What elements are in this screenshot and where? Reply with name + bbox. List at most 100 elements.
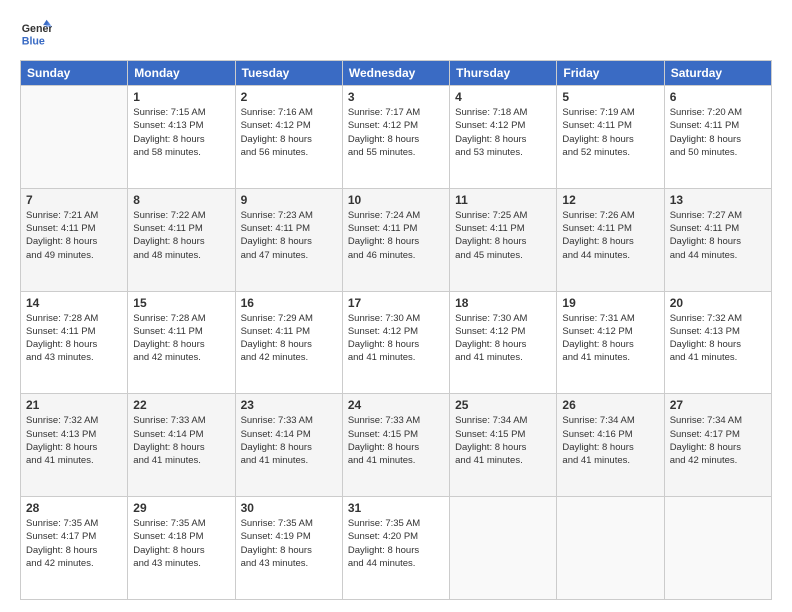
calendar-cell: 2 Sunrise: 7:16 AMSunset: 4:12 PMDaylight… [235, 86, 342, 189]
calendar-cell: 20Sunrise: 7:32 AMSunset: 4:13 PMDayligh… [664, 291, 771, 394]
calendar-cell: 27Sunrise: 7:34 AMSunset: 4:17 PMDayligh… [664, 394, 771, 497]
calendar-cell: 5 Sunrise: 7:19 AMSunset: 4:11 PMDaylight… [557, 86, 664, 189]
calendar-week-1: 1 Sunrise: 7:15 AMSunset: 4:13 PMDaylight… [21, 86, 772, 189]
day-number: 9 [241, 193, 337, 207]
calendar-cell: 16 Sunrise: 7:29 AMSunset: 4:11 PMDayligh… [235, 291, 342, 394]
calendar-cell: 24 Sunrise: 7:33 AMSunset: 4:15 PMDayligh… [342, 394, 449, 497]
calendar-cell: 29 Sunrise: 7:35 AMSunset: 4:18 PMDayligh… [128, 497, 235, 600]
calendar-table: SundayMondayTuesdayWednesdayThursdayFrid… [20, 60, 772, 600]
day-number: 5 [562, 90, 658, 104]
calendar-cell: 10 Sunrise: 7:24 AMSunset: 4:11 PMDayligh… [342, 188, 449, 291]
calendar-cell: 31Sunrise: 7:35 AMSunset: 4:20 PMDayligh… [342, 497, 449, 600]
day-number: 28 [26, 501, 122, 515]
day-info: Sunrise: 7:23 AMSunset: 4:11 PMDaylight:… [241, 209, 337, 262]
calendar-cell [557, 497, 664, 600]
day-info: Sunrise: 7:28 AMSunset: 4:11 PMDaylight:… [26, 312, 122, 365]
svg-text:Blue: Blue [22, 36, 45, 48]
weekday-header-monday: Monday [128, 61, 235, 86]
calendar-cell: 19 Sunrise: 7:31 AMSunset: 4:12 PMDayligh… [557, 291, 664, 394]
day-number: 16 [241, 296, 337, 310]
calendar-week-3: 14 Sunrise: 7:28 AMSunset: 4:11 PMDayligh… [21, 291, 772, 394]
day-info: Sunrise: 7:33 AMSunset: 4:14 PMDaylight:… [133, 414, 229, 467]
day-number: 13 [670, 193, 766, 207]
calendar-cell: 18 Sunrise: 7:30 AMSunset: 4:12 PMDayligh… [450, 291, 557, 394]
day-info: Sunrise: 7:35 AMSunset: 4:19 PMDaylight:… [241, 517, 337, 570]
calendar-cell: 14 Sunrise: 7:28 AMSunset: 4:11 PMDayligh… [21, 291, 128, 394]
calendar-cell: 23Sunrise: 7:33 AMSunset: 4:14 PMDayligh… [235, 394, 342, 497]
day-info: Sunrise: 7:15 AMSunset: 4:13 PMDaylight:… [133, 106, 229, 159]
day-info: Sunrise: 7:20 AMSunset: 4:11 PMDaylight:… [670, 106, 766, 159]
weekday-header-saturday: Saturday [664, 61, 771, 86]
day-info: Sunrise: 7:29 AMSunset: 4:11 PMDaylight:… [241, 312, 337, 365]
day-info: Sunrise: 7:30 AMSunset: 4:12 PMDaylight:… [455, 312, 551, 365]
day-info: Sunrise: 7:34 AMSunset: 4:16 PMDaylight:… [562, 414, 658, 467]
day-info: Sunrise: 7:34 AMSunset: 4:15 PMDaylight:… [455, 414, 551, 467]
day-number: 18 [455, 296, 551, 310]
calendar-week-2: 7 Sunrise: 7:21 AMSunset: 4:11 PMDaylight… [21, 188, 772, 291]
weekday-header-row: SundayMondayTuesdayWednesdayThursdayFrid… [21, 61, 772, 86]
day-info: Sunrise: 7:32 AMSunset: 4:13 PMDaylight:… [26, 414, 122, 467]
calendar-cell: 1 Sunrise: 7:15 AMSunset: 4:13 PMDaylight… [128, 86, 235, 189]
day-number: 12 [562, 193, 658, 207]
calendar-week-5: 28 Sunrise: 7:35 AMSunset: 4:17 PMDayligh… [21, 497, 772, 600]
day-info: Sunrise: 7:35 AMSunset: 4:17 PMDaylight:… [26, 517, 122, 570]
day-info: Sunrise: 7:21 AMSunset: 4:11 PMDaylight:… [26, 209, 122, 262]
day-number: 2 [241, 90, 337, 104]
day-number: 14 [26, 296, 122, 310]
day-number: 8 [133, 193, 229, 207]
calendar-cell: 26Sunrise: 7:34 AMSunset: 4:16 PMDayligh… [557, 394, 664, 497]
day-number: 20 [670, 296, 766, 310]
day-info: Sunrise: 7:30 AMSunset: 4:12 PMDaylight:… [348, 312, 444, 365]
day-info: Sunrise: 7:35 AMSunset: 4:18 PMDaylight:… [133, 517, 229, 570]
day-info: Sunrise: 7:28 AMSunset: 4:11 PMDaylight:… [133, 312, 229, 365]
calendar-cell: 12 Sunrise: 7:26 AMSunset: 4:11 PMDayligh… [557, 188, 664, 291]
day-number: 6 [670, 90, 766, 104]
day-info: Sunrise: 7:26 AMSunset: 4:11 PMDaylight:… [562, 209, 658, 262]
calendar-cell: 3 Sunrise: 7:17 AMSunset: 4:12 PMDaylight… [342, 86, 449, 189]
day-info: Sunrise: 7:19 AMSunset: 4:11 PMDaylight:… [562, 106, 658, 159]
calendar-cell: 4 Sunrise: 7:18 AMSunset: 4:12 PMDaylight… [450, 86, 557, 189]
day-number: 19 [562, 296, 658, 310]
weekday-header-tuesday: Tuesday [235, 61, 342, 86]
calendar-week-4: 21 Sunrise: 7:32 AMSunset: 4:13 PMDayligh… [21, 394, 772, 497]
calendar-cell: 6 Sunrise: 7:20 AMSunset: 4:11 PMDaylight… [664, 86, 771, 189]
day-number: 27 [670, 398, 766, 412]
day-number: 30 [241, 501, 337, 515]
logo: General Blue [20, 18, 52, 50]
calendar-cell: 17Sunrise: 7:30 AMSunset: 4:12 PMDayligh… [342, 291, 449, 394]
day-info: Sunrise: 7:18 AMSunset: 4:12 PMDaylight:… [455, 106, 551, 159]
weekday-header-wednesday: Wednesday [342, 61, 449, 86]
day-number: 24 [348, 398, 444, 412]
weekday-header-thursday: Thursday [450, 61, 557, 86]
calendar-cell [21, 86, 128, 189]
day-info: Sunrise: 7:33 AMSunset: 4:15 PMDaylight:… [348, 414, 444, 467]
calendar-cell: 13 Sunrise: 7:27 AMSunset: 4:11 PMDayligh… [664, 188, 771, 291]
day-number: 3 [348, 90, 444, 104]
day-info: Sunrise: 7:22 AMSunset: 4:11 PMDaylight:… [133, 209, 229, 262]
day-info: Sunrise: 7:33 AMSunset: 4:14 PMDaylight:… [241, 414, 337, 467]
calendar-cell: 15Sunrise: 7:28 AMSunset: 4:11 PMDayligh… [128, 291, 235, 394]
page: General Blue SundayMondayTuesdayWednesda… [0, 0, 792, 612]
day-info: Sunrise: 7:31 AMSunset: 4:12 PMDaylight:… [562, 312, 658, 365]
calendar-cell: 22 Sunrise: 7:33 AMSunset: 4:14 PMDayligh… [128, 394, 235, 497]
calendar-cell: 8 Sunrise: 7:22 AMSunset: 4:11 PMDaylight… [128, 188, 235, 291]
day-info: Sunrise: 7:16 AMSunset: 4:12 PMDaylight:… [241, 106, 337, 159]
calendar-cell: 30 Sunrise: 7:35 AMSunset: 4:19 PMDayligh… [235, 497, 342, 600]
calendar-cell: 9 Sunrise: 7:23 AMSunset: 4:11 PMDaylight… [235, 188, 342, 291]
day-number: 10 [348, 193, 444, 207]
day-number: 21 [26, 398, 122, 412]
day-info: Sunrise: 7:27 AMSunset: 4:11 PMDaylight:… [670, 209, 766, 262]
day-number: 22 [133, 398, 229, 412]
calendar-cell: 28 Sunrise: 7:35 AMSunset: 4:17 PMDayligh… [21, 497, 128, 600]
day-number: 1 [133, 90, 229, 104]
day-number: 7 [26, 193, 122, 207]
day-number: 11 [455, 193, 551, 207]
day-info: Sunrise: 7:25 AMSunset: 4:11 PMDaylight:… [455, 209, 551, 262]
day-number: 4 [455, 90, 551, 104]
calendar-cell: 7 Sunrise: 7:21 AMSunset: 4:11 PMDaylight… [21, 188, 128, 291]
logo-icon: General Blue [20, 18, 52, 50]
day-info: Sunrise: 7:24 AMSunset: 4:11 PMDaylight:… [348, 209, 444, 262]
weekday-header-friday: Friday [557, 61, 664, 86]
day-number: 29 [133, 501, 229, 515]
day-info: Sunrise: 7:17 AMSunset: 4:12 PMDaylight:… [348, 106, 444, 159]
